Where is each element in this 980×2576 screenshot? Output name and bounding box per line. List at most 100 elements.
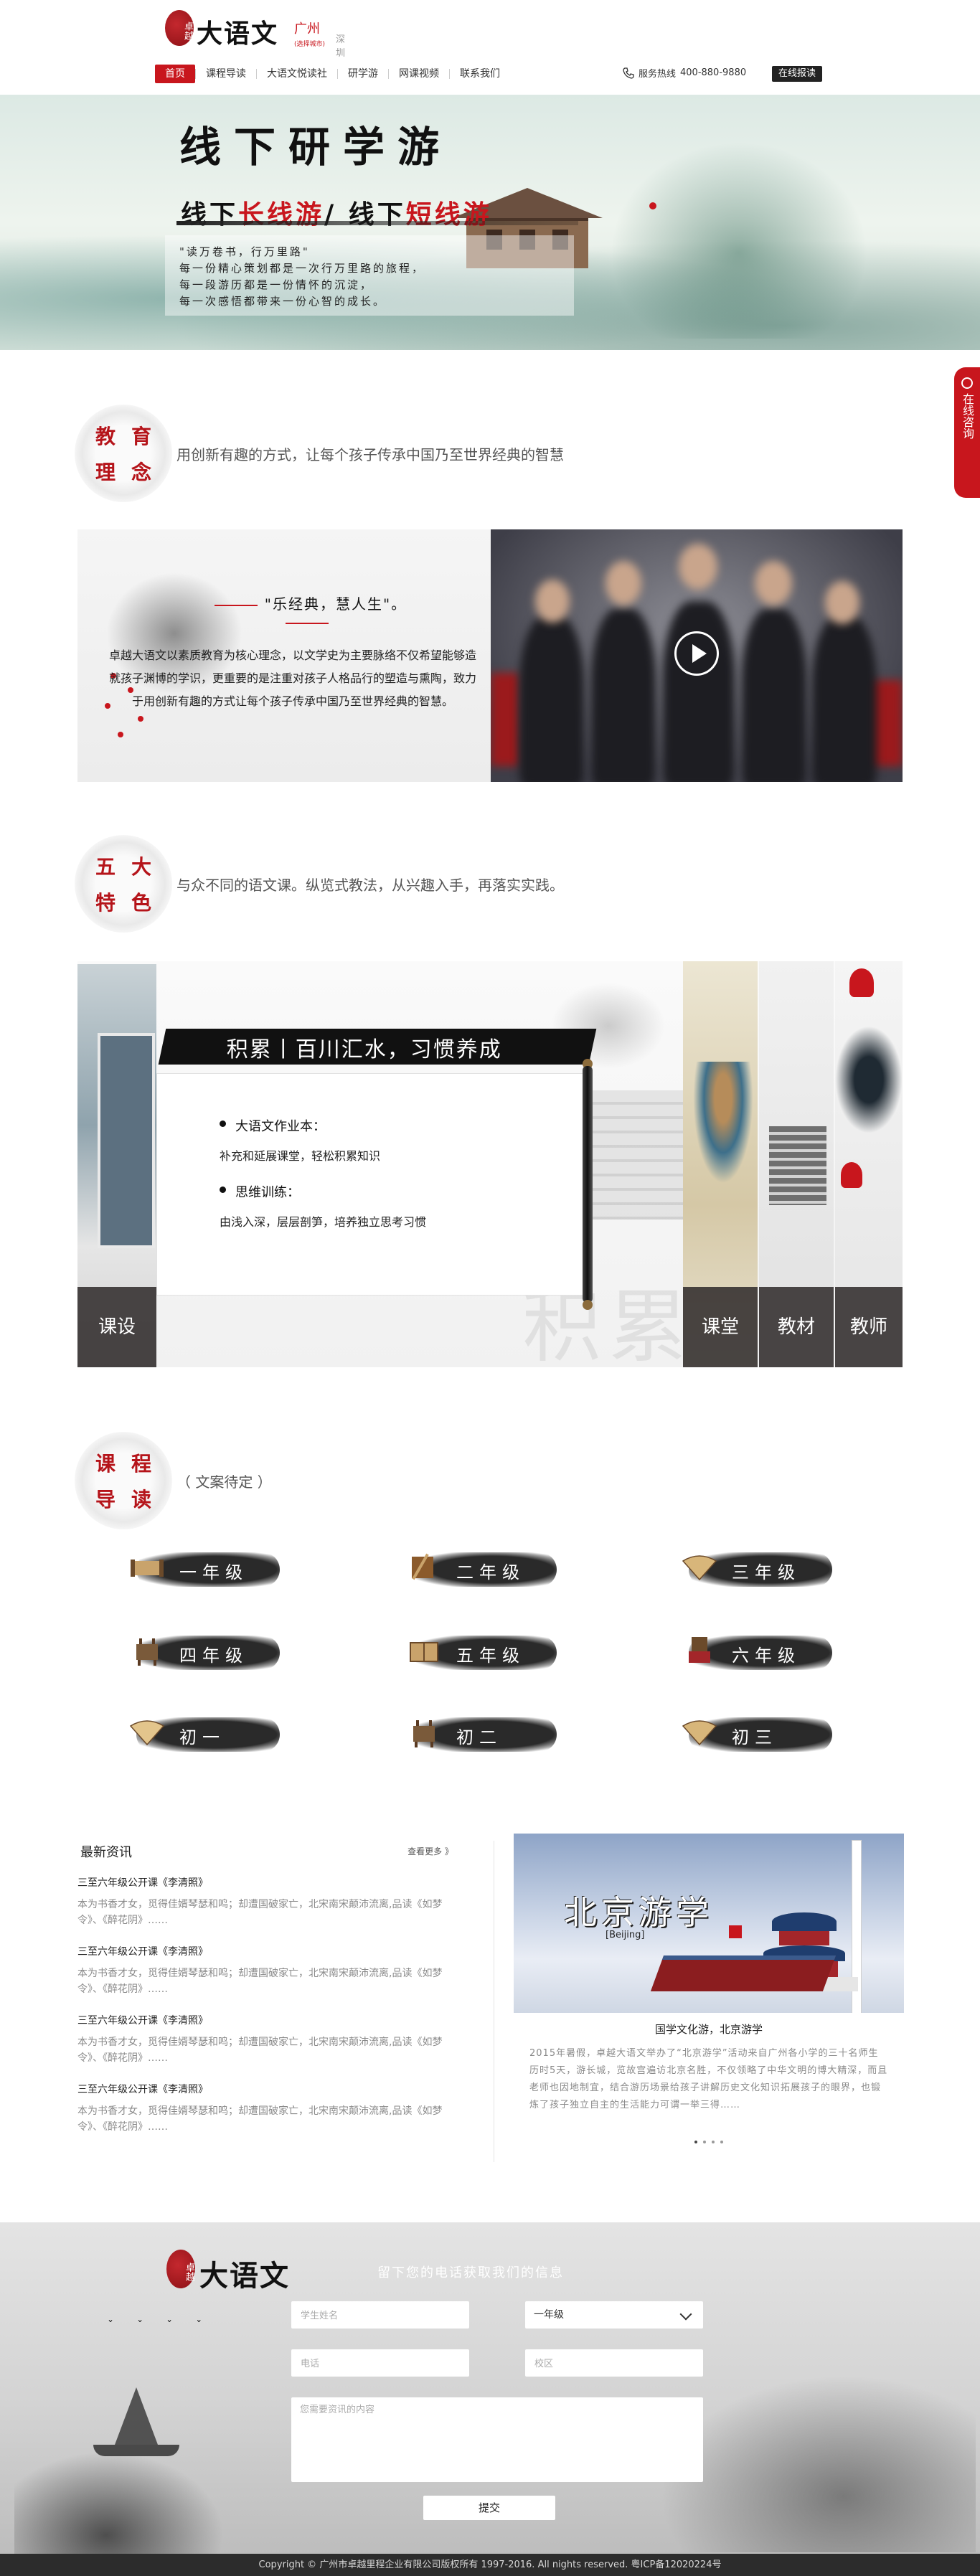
city-switcher[interactable]: 广州 (选择城市) 深圳 bbox=[294, 19, 345, 59]
grade-select[interactable]: 一年级 bbox=[525, 2301, 703, 2329]
chinese-seal-icon bbox=[689, 1637, 710, 1663]
headset-icon bbox=[961, 377, 973, 389]
news-item[interactable]: 三至六年级公开课《李清照》 本为书香才女，觅得佳婿琴瑟和鸣；却遭国破家亡，北宋南… bbox=[77, 2082, 453, 2135]
featured-news-desc: 2015年暑假，卓越大语文举办了“北京游学”活动来自广州各小学的三十名师生历时5… bbox=[529, 2048, 888, 2110]
nav-home[interactable]: 首页 bbox=[155, 65, 195, 83]
tab-textbook[interactable]: 教材 bbox=[759, 1287, 834, 1367]
folding-fan-icon bbox=[129, 1720, 165, 1746]
hotline-number: 400-880-9880 bbox=[680, 67, 747, 78]
latest-news: 最新资讯 查看更多 》 三至六年级公开课《李清照》 本为书香才女，觅得佳婿琴瑟和… bbox=[77, 1841, 453, 2135]
news-more-link[interactable]: 查看更多 》 bbox=[407, 1845, 453, 1857]
play-icon[interactable] bbox=[674, 631, 719, 676]
folding-fan-icon bbox=[682, 1555, 717, 1581]
submit-button[interactable]: 提交 bbox=[423, 2496, 555, 2520]
featured-image-subtitle: [Beijing] bbox=[606, 1930, 645, 1940]
feature-column-classroom[interactable]: 课堂 bbox=[683, 961, 758, 1367]
logo-name: 大语文 bbox=[199, 2259, 290, 2293]
online-enroll-button[interactable]: 在线报读 bbox=[772, 66, 823, 82]
tab-classroom[interactable]: 课堂 bbox=[683, 1287, 758, 1367]
featured-news-caption[interactable]: 国学文化游，北京游学 bbox=[514, 2021, 904, 2037]
footer-logo: 卓越 大语文 bbox=[166, 2245, 324, 2293]
tab-teacher[interactable]: 教师 bbox=[835, 1287, 903, 1367]
campus-input[interactable]: 校区 bbox=[525, 2349, 703, 2377]
carousel-dot[interactable] bbox=[703, 2141, 706, 2143]
current-city[interactable]: 广州 bbox=[294, 22, 320, 37]
grade-card-7[interactable]: 初一 bbox=[115, 1707, 287, 1758]
philosophy-motto: "乐经典，慧人生"。 bbox=[199, 593, 415, 631]
nav-courses[interactable]: 课程导读 bbox=[196, 65, 256, 83]
nav-online-video[interactable]: 网课视频 bbox=[389, 65, 449, 83]
philosophy-header: 教育 理念 用创新有趣的方式，让每个孩子传承中国乃至世界经典的智慧 bbox=[75, 405, 564, 502]
scholar-figure-image bbox=[693, 1062, 753, 1184]
news-item-title[interactable]: 三至六年级公开课《李清照》 bbox=[77, 1875, 453, 1889]
grade-card-9[interactable]: 初三 bbox=[667, 1707, 839, 1758]
poem-line: 每一份精心策划都是一次行万里路的旅程， bbox=[179, 262, 425, 275]
courses-badge: 课程 导读 bbox=[75, 1432, 172, 1529]
grade-card-5[interactable]: 五年级 bbox=[392, 1626, 564, 1676]
tab-curriculum[interactable]: 课设 bbox=[77, 1287, 156, 1367]
bronze-vessel-icon bbox=[136, 1638, 158, 1666]
carousel-dot[interactable] bbox=[712, 2141, 715, 2143]
feature-column-teacher[interactable]: 教师 bbox=[835, 961, 903, 1367]
hero-banner[interactable]: 线下研学游 线下长线游/ 线下短线游 "读万卷书，行万里路" 每一份精心策划都是… bbox=[0, 95, 980, 350]
flying-birds-decoration: ˇ ˇ ˇ ˇ bbox=[108, 2318, 212, 2332]
other-city[interactable]: 深圳 bbox=[336, 32, 345, 59]
news-item-title[interactable]: 三至六年级公开课《李清照》 bbox=[77, 2082, 453, 2096]
logo-name: 大语文 bbox=[197, 19, 279, 49]
feature-column-textbook[interactable]: 教材 bbox=[759, 961, 834, 1367]
philosophy-badge: 教育 理念 bbox=[75, 405, 172, 502]
grade-card-3[interactable]: 三年级 bbox=[667, 1542, 839, 1593]
features-header: 五大 特色 与众不同的语文课。纵览式教法，从兴趣入手，再落实实践。 bbox=[75, 835, 564, 933]
thread-bound-book-image bbox=[98, 1033, 155, 1248]
news-item-title[interactable]: 三至六年级公开课《李清照》 bbox=[77, 2013, 453, 2027]
grade-label: 五年级 bbox=[456, 1646, 525, 1666]
feature-scroll: 大语文作业本： 补充和延展课堂，轻松积累知识 思维训练： 由浅入深，层层剖笋，培… bbox=[156, 1059, 593, 1310]
banner-poem: "读万卷书，行万里路" 每一份精心策划都是一次行万里路的旅程， 每一段游历都是一… bbox=[165, 235, 574, 316]
ink-brush-icon bbox=[412, 1553, 433, 1580]
student-name-input[interactable]: 学生姓名 bbox=[291, 2301, 469, 2329]
feature-title-bar: 积累丨百川汇水，习惯养成 bbox=[158, 1029, 597, 1065]
featured-news-image[interactable]: 北京游学 [Beijing] bbox=[514, 1834, 904, 2013]
carousel-dot[interactable] bbox=[720, 2141, 723, 2143]
carousel-dot[interactable] bbox=[694, 2141, 697, 2143]
banner-subtitle: 线下长线游/ 线下短线游 bbox=[181, 199, 492, 230]
inquiry-textarea[interactable]: 您需要资讯的内容 bbox=[291, 2397, 703, 2482]
nav-reading-club[interactable]: 大语文悦读社 bbox=[257, 65, 337, 83]
featured-image-title: 北京游学 bbox=[564, 1893, 713, 1932]
chevron-down-icon bbox=[679, 2308, 692, 2321]
grade-card-1[interactable]: 一年级 bbox=[115, 1542, 287, 1593]
feature-column-curriculum[interactable]: 课设 bbox=[77, 964, 156, 1367]
lotus-flower-image bbox=[841, 1162, 862, 1188]
poem-line: "读万卷书，行万里路" bbox=[179, 245, 310, 258]
online-consult-button[interactable]: 在线咨询 bbox=[954, 367, 980, 498]
grade-card-2[interactable]: 二年级 bbox=[392, 1542, 564, 1593]
lotus-flower-image bbox=[849, 968, 874, 997]
grade-card-6[interactable]: 六年级 bbox=[667, 1626, 839, 1676]
nav-study-tour[interactable]: 研学游 bbox=[338, 65, 388, 83]
grade-card-4[interactable]: 四年级 bbox=[115, 1626, 287, 1676]
courses-intro: （ 文案待定 ） bbox=[176, 1473, 272, 1491]
philosophy-block: "乐经典，慧人生"。 卓越大语文以素质教育为核心理念，以文学史为主要脉络不仅希望… bbox=[77, 529, 903, 782]
feature-title: 积累丨百川汇水，习惯养成 bbox=[226, 1037, 502, 1062]
features-block: 积累 课设 积累丨百川汇水，习惯养成 大语文作业本： 补充和延展课堂，轻松积累知… bbox=[77, 961, 903, 1367]
lotus-leaf-image bbox=[835, 1026, 903, 1133]
news-item-desc: 本为书香才女，觅得佳婿琴瑟和鸣；却遭国破家亡，北宋南宋颠沛流离,品读《如梦令》、… bbox=[77, 1968, 443, 1995]
news-item[interactable]: 三至六年级公开课《李清照》 本为书香才女，觅得佳婿琴瑟和鸣；却遭国破家亡，北宋南… bbox=[77, 2013, 453, 2066]
grade-card-8[interactable]: 初二 bbox=[392, 1707, 564, 1758]
news-item[interactable]: 三至六年级公开课《李清照》 本为书香才女，觅得佳婿琴瑟和鸣；却遭国破家亡，北宋南… bbox=[77, 1875, 453, 1928]
news-item-title[interactable]: 三至六年级公开课《李清照》 bbox=[77, 1944, 453, 1958]
grade-select-value: 一年级 bbox=[534, 2309, 564, 2321]
book-icon bbox=[410, 1642, 438, 1662]
city-select-hint[interactable]: (选择城市) bbox=[294, 39, 325, 48]
news-item[interactable]: 三至六年级公开课《李清照》 本为书香才女，觅得佳婿琴瑟和鸣；却遭国破家亡，北宋南… bbox=[77, 1944, 453, 1997]
intro-video[interactable] bbox=[491, 529, 903, 782]
banner-brush-stroke bbox=[176, 221, 578, 225]
logo-seal: 卓越 bbox=[165, 10, 194, 46]
nav-contact[interactable]: 联系我们 bbox=[450, 65, 510, 83]
phone-input[interactable]: 电话 bbox=[291, 2349, 469, 2377]
site-logo[interactable]: 卓越 大语文 bbox=[164, 9, 314, 49]
philosophy-text-panel: "乐经典，慧人生"。 卓越大语文以素质教育为核心理念，以文学史为主要脉络不仅希望… bbox=[77, 529, 491, 782]
feature-item-heading: 大语文作业本： bbox=[220, 1116, 426, 1135]
carousel-dots bbox=[514, 2133, 904, 2146]
philosophy-intro: 用创新有趣的方式，让每个孩子传承中国乃至世界经典的智慧 bbox=[176, 445, 564, 463]
